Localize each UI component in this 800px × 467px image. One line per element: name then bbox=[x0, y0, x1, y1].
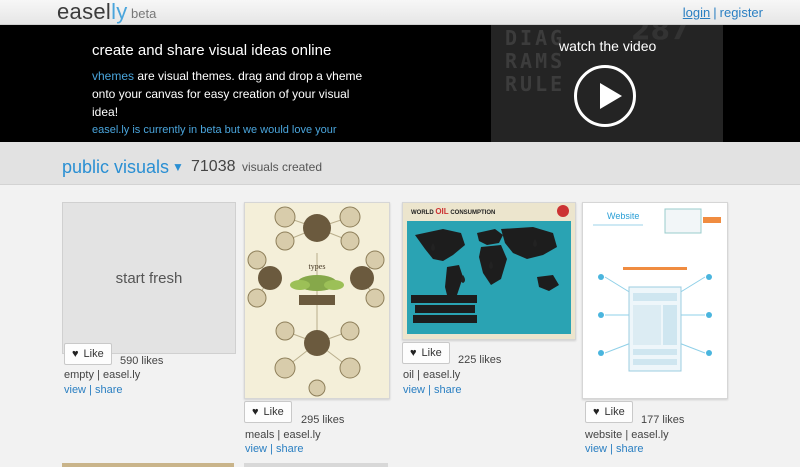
hero-banner: create and share visual ideas online vhe… bbox=[0, 25, 800, 142]
auth-separator: | bbox=[713, 5, 717, 20]
like-label: Like bbox=[263, 406, 284, 418]
visual-meta: empty | easel.ly bbox=[64, 369, 141, 381]
view-link[interactable]: view bbox=[585, 443, 607, 455]
website-thumbnail[interactable]: Website bbox=[582, 202, 728, 399]
start-fresh-tile[interactable]: start fresh bbox=[62, 202, 236, 354]
share-link[interactable]: share bbox=[95, 384, 123, 396]
logo[interactable]: easelly bbox=[57, 0, 128, 25]
meals-infographic-image: types bbox=[245, 203, 389, 398]
card-empty: start fresh bbox=[62, 202, 236, 354]
website-infographic-image: Website bbox=[583, 203, 727, 398]
like-button[interactable]: ♥ Like bbox=[402, 342, 450, 364]
visual-name: website bbox=[585, 429, 623, 441]
next-row-thumbnail[interactable] bbox=[62, 463, 234, 467]
public-visuals-title[interactable]: public visuals bbox=[62, 157, 169, 178]
like-button[interactable]: ♥ Like bbox=[585, 401, 633, 423]
visual-owner: easel.ly bbox=[102, 369, 141, 381]
visuals-count-number: 71038 bbox=[191, 158, 236, 175]
visual-links: view | share bbox=[64, 384, 123, 396]
meals-thumbnail[interactable]: types bbox=[244, 202, 390, 399]
heart-icon: ♥ bbox=[72, 348, 79, 360]
like-count: 225 likes bbox=[458, 354, 502, 366]
visual-meta: oil | easel.ly bbox=[403, 369, 461, 381]
svg-text:types: types bbox=[309, 262, 326, 271]
share-link[interactable]: share bbox=[276, 443, 304, 455]
top-bar: easelly beta login | register bbox=[0, 0, 800, 25]
video-bg-text: DIAG RAMS RULE bbox=[505, 26, 566, 96]
visual-name: meals bbox=[245, 429, 275, 441]
view-link[interactable]: view bbox=[245, 443, 267, 455]
like-button[interactable]: ♥ Like bbox=[64, 343, 112, 365]
visual-links: view | share bbox=[245, 443, 304, 455]
like-label: Like bbox=[421, 347, 442, 359]
share-link[interactable]: share bbox=[434, 384, 462, 396]
visuals-count: 71038 visuals created bbox=[191, 158, 322, 176]
start-fresh-label: start fresh bbox=[115, 269, 183, 287]
beta-notice: easel.ly is currently in beta but we wou… bbox=[92, 124, 337, 136]
like-count: 590 likes bbox=[120, 355, 164, 367]
visual-meta: website | easel.ly bbox=[585, 429, 669, 441]
visual-name: oil bbox=[403, 369, 415, 381]
beta-label: beta bbox=[131, 6, 157, 21]
like-count: 177 likes bbox=[641, 414, 685, 426]
register-link[interactable]: register bbox=[720, 5, 763, 20]
visual-owner: easel.ly bbox=[283, 429, 321, 441]
visuals-count-suffix: visuals created bbox=[241, 160, 322, 174]
heart-icon: ♥ bbox=[252, 406, 259, 418]
heart-icon: ♥ bbox=[410, 347, 417, 359]
view-link[interactable]: view bbox=[403, 384, 425, 396]
hero-description: vhemes are visual themes. drag and drop … bbox=[92, 67, 372, 121]
visual-owner: easel.ly bbox=[423, 369, 461, 381]
video-title: watch the video bbox=[559, 38, 657, 54]
oil-infographic-image: WORLD OIL CONSUMPTION bbox=[403, 203, 575, 339]
video-player[interactable]: 287 DIAG RAMS RULE watch the video bbox=[491, 25, 723, 142]
visual-meta: meals | easel.ly bbox=[245, 429, 321, 441]
oil-thumbnail[interactable]: WORLD OIL CONSUMPTION bbox=[402, 202, 576, 340]
hero-title: create and share visual ideas online bbox=[92, 42, 332, 59]
login-link[interactable]: login bbox=[683, 5, 710, 20]
view-link[interactable]: view bbox=[64, 384, 86, 396]
heart-icon: ♥ bbox=[593, 406, 600, 418]
like-label: Like bbox=[83, 348, 104, 360]
triangle-down-icon[interactable]: ▼ bbox=[172, 160, 184, 174]
logo-text: easel bbox=[57, 0, 112, 24]
like-count: 295 likes bbox=[301, 414, 345, 426]
visual-links: view | share bbox=[403, 384, 462, 396]
play-icon[interactable] bbox=[574, 65, 636, 127]
public-visuals-bar: public visuals ▼ 71038 visuals created bbox=[0, 142, 800, 185]
auth-links: login | register bbox=[683, 5, 763, 20]
visual-links: view | share bbox=[585, 443, 644, 455]
website-thumb-title: Website bbox=[607, 211, 639, 221]
visual-owner: easel.ly bbox=[631, 429, 669, 441]
share-link[interactable]: share bbox=[616, 443, 644, 455]
vhemes-link[interactable]: vhemes bbox=[92, 69, 134, 83]
visual-name: empty bbox=[64, 369, 94, 381]
like-label: Like bbox=[604, 406, 625, 418]
like-button[interactable]: ♥ Like bbox=[244, 401, 292, 423]
next-row-thumbnail[interactable] bbox=[244, 463, 388, 467]
logo-accent: ly bbox=[111, 0, 128, 24]
